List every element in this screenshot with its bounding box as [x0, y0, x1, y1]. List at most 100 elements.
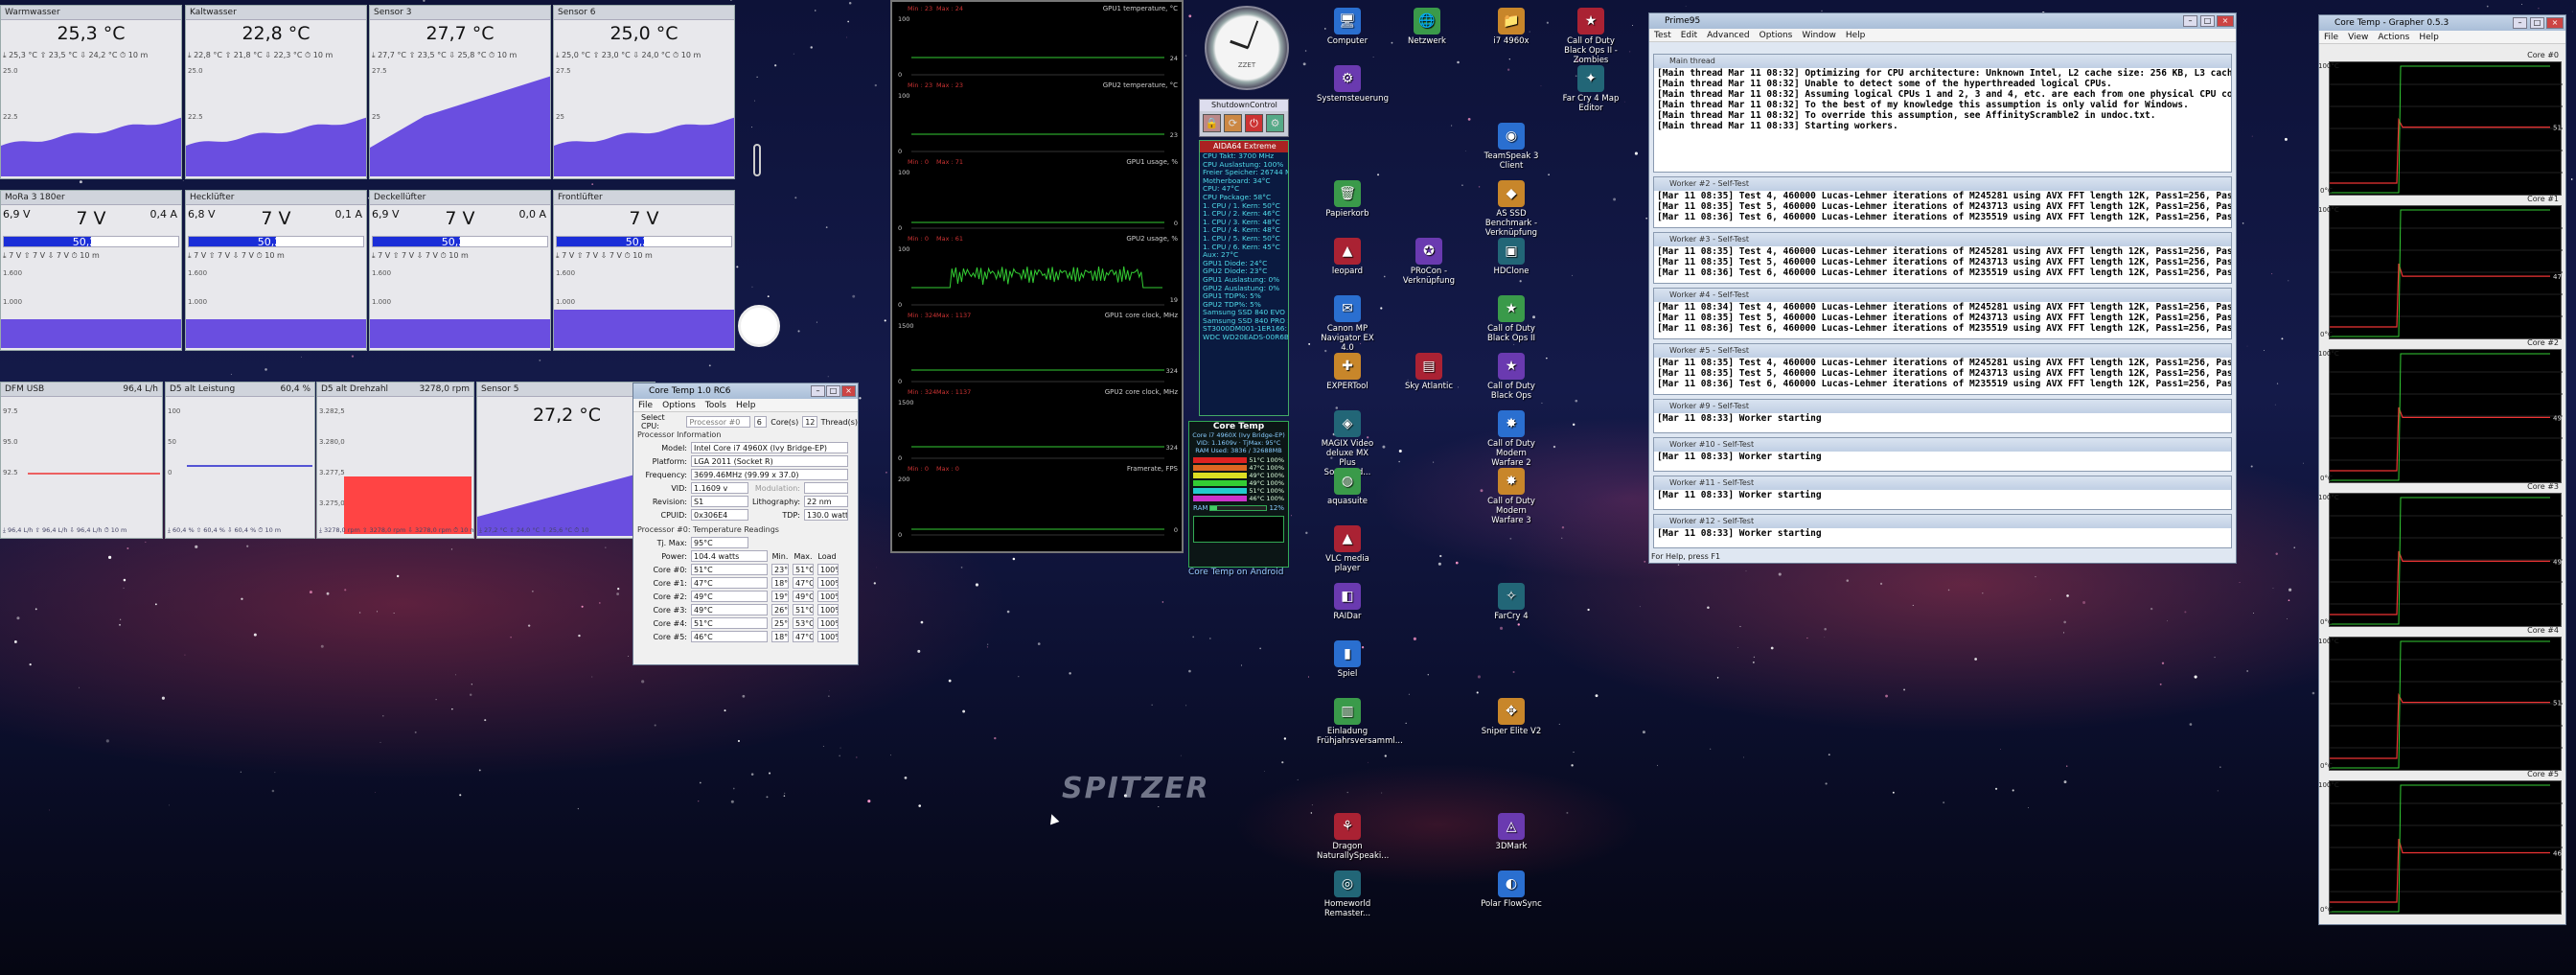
- power-icon[interactable]: ⏻: [1245, 114, 1263, 132]
- settings-icon[interactable]: ⚙: [1266, 114, 1284, 132]
- app-icon: ✉: [1334, 295, 1361, 322]
- menu-help[interactable]: Help: [1841, 31, 1871, 40]
- minimize-button[interactable]: –: [811, 385, 825, 397]
- axis-tick: 22.5: [188, 113, 203, 121]
- desktop-icon[interactable]: ⚙ Systemsteuerung: [1317, 65, 1389, 104]
- desktop-icon[interactable]: 🖥 Computer: [1317, 8, 1378, 46]
- menu-test[interactable]: Test: [1649, 31, 1676, 40]
- desktop-icon[interactable]: 📁 i7 4960x: [1481, 8, 1542, 46]
- widget-value: 27,2 °C: [533, 405, 601, 426]
- app-icon: ✸: [1498, 468, 1525, 495]
- desktop-icon[interactable]: ✦ Far Cry 4 Map Editor: [1560, 65, 1622, 113]
- desktop-icon[interactable]: ★ Call of Duty Black Ops II: [1481, 295, 1542, 343]
- desktop-icon-label: EXPERTool: [1326, 382, 1368, 391]
- desktop-icon[interactable]: ✉ Canon MP Navigator EX 4.0: [1317, 295, 1378, 353]
- close-button[interactable]: ×: [2546, 17, 2564, 29]
- close-button[interactable]: ×: [841, 385, 856, 397]
- desktop-icon[interactable]: ◐ Polar FlowSync: [1481, 871, 1542, 909]
- menu-help[interactable]: Help: [731, 401, 761, 410]
- temp-widget: Warmwasser 25,3 °C ⤓ 25,3 °C ⇧ 23,5 °C ⇩ 2…: [0, 5, 182, 179]
- menu-advanced[interactable]: Advanced: [1702, 31, 1754, 40]
- worker-pane[interactable]: Worker #9 - Self-Test [Mar 11 08:33] Work…: [1653, 399, 2232, 433]
- desktop-icon[interactable]: ✪ PRoCon - Verknüpfung: [1398, 238, 1460, 286]
- core-temp-titlebar[interactable]: Core Temp 1.0 RC6 – □ ×: [633, 383, 858, 399]
- desktop-icon[interactable]: ✧ FarCry 4: [1481, 583, 1542, 621]
- grapher-titlebar[interactable]: Core Temp - Grapher 0.5.3 – □ ×: [2319, 15, 2565, 31]
- menu-edit[interactable]: Edit: [1676, 31, 1702, 40]
- worker-pane[interactable]: Worker #2 - Self-Test [Mar 11 08:35] Test…: [1653, 176, 2232, 228]
- desktop-icon[interactable]: ◬ 3DMark: [1481, 813, 1542, 851]
- monitor-widget: Sensor 5 27,2 °C ⤓ 27,2 °C ⇧ 24,0 °C ⇩ 25,…: [476, 382, 656, 539]
- desktop-icon[interactable]: ◆ AS SSD Benchmark - Verknüpfung: [1481, 180, 1542, 238]
- restart-icon[interactable]: ⟳: [1224, 114, 1242, 132]
- axis-tick: 1.000: [188, 298, 207, 306]
- core-name: Core #0:: [653, 565, 687, 574]
- log-line: [Mar 11 08:34] Test 4, 460000 Lucas-Lehm…: [1657, 302, 2232, 313]
- worker-pane[interactable]: Worker #12 - Self-Test [Mar 11 08:33] Wor…: [1653, 514, 2232, 548]
- desktop-icon[interactable]: ✸ Call of Duty Modern Warfare 2: [1481, 410, 1542, 468]
- fan-widget: Deckellüfter 6,9 V7 V 0,0 A 50,2 % ⤓ 7 V ⇧ 7…: [369, 190, 551, 351]
- maximize-button[interactable]: □: [2200, 15, 2215, 27]
- desktop-icon[interactable]: ★ Call of Duty Black Ops II - Zombies: [1560, 8, 1622, 65]
- desktop-icon[interactable]: ▲ VLC media player: [1317, 525, 1378, 573]
- maximize-button[interactable]: □: [2530, 17, 2544, 29]
- desktop-icon[interactable]: ◧ RAIDar: [1317, 583, 1378, 621]
- prime95-titlebar[interactable]: Prime95 – □ ×: [1649, 13, 2236, 29]
- menu-file[interactable]: File: [633, 401, 657, 410]
- worker-pane[interactable]: Worker #5 - Self-Test [Mar 11 08:35] Test…: [1653, 343, 2232, 395]
- lock-icon[interactable]: 🔒: [1203, 114, 1221, 132]
- desktop-icon[interactable]: ▲ leopard: [1317, 238, 1378, 276]
- desktop-icon[interactable]: ✸ Call of Duty Modern Warfare 3: [1481, 468, 1542, 525]
- desktop-icon-label: TeamSpeak 3 Client: [1484, 151, 1539, 171]
- core-temp-window[interactable]: Core Temp 1.0 RC6 – □ × File Options Tools…: [632, 383, 859, 665]
- worker-pane[interactable]: Worker #10 - Self-Test [Mar 11 08:33] Wor…: [1653, 437, 2232, 472]
- main-thread-pane[interactable]: Main thread [Main thread Mar 11 08:32] Op…: [1653, 54, 2232, 173]
- menu-actions[interactable]: Actions: [2373, 33, 2414, 42]
- core-row: Core #2:49°C19°C49°C100%: [633, 590, 858, 603]
- prime95-window[interactable]: Prime95 – □ × Test Edit Advanced Options Win…: [1648, 12, 2237, 564]
- axis-tick: 3.275,0: [319, 499, 345, 507]
- menu-options[interactable]: Options: [1755, 31, 1798, 40]
- core-load: 100%: [817, 604, 839, 615]
- desktop-icon[interactable]: ◍ aquasuite: [1317, 468, 1378, 506]
- core-temp-grapher-window[interactable]: Core Temp - Grapher 0.5.3 – □ × File View…: [2318, 14, 2566, 925]
- desktop-icon[interactable]: ◉ TeamSpeak 3 Client: [1481, 123, 1542, 171]
- desktop-icon[interactable]: ◎ Homeworld Remaster...: [1317, 871, 1378, 918]
- desktop-icon[interactable]: ★ Call of Duty Black Ops: [1481, 353, 1542, 401]
- menu-view[interactable]: View: [2343, 33, 2373, 42]
- core-temp-android-link[interactable]: Core Temp on Android: [1188, 568, 1289, 577]
- menu-tools[interactable]: Tools: [701, 401, 731, 410]
- app-icon: ▥: [1334, 698, 1361, 725]
- minimize-button[interactable]: –: [2513, 17, 2527, 29]
- desktop-icon[interactable]: ▥ Einladung Frühjahrsversamml...: [1317, 698, 1403, 746]
- worker-pane[interactable]: Worker #11 - Self-Test [Mar 11 08:33] Wor…: [1653, 476, 2232, 510]
- select-cpu-dropdown[interactable]: Processor #0: [686, 416, 750, 428]
- core-graph-title: Core #5: [2527, 770, 2559, 778]
- desktop-icon[interactable]: ▣ HDClone: [1481, 238, 1542, 276]
- worker-pane[interactable]: Worker #3 - Self-Test [Mar 11 08:35] Test…: [1653, 232, 2232, 284]
- desktop-icon[interactable]: 🗑 Papierkorb: [1317, 180, 1378, 219]
- app-icon: ★: [1577, 8, 1604, 35]
- gpu-graph-min: Min : 23: [908, 81, 932, 89]
- axis-bottom-temp: 0°C: [2320, 618, 2333, 626]
- gpu-monitor-window[interactable]: GPU1 temperature, °C Min : 23 Max : 24 100 0…: [890, 0, 1184, 553]
- widget-value: 27,7 °C: [426, 23, 494, 44]
- gpu-graph-label: GPU2 usage, %: [1126, 235, 1178, 243]
- menu-options[interactable]: Options: [657, 401, 701, 410]
- mouse-cursor-icon: [1046, 812, 1060, 825]
- menu-window[interactable]: Window: [1797, 31, 1841, 40]
- core-temp: 46°C: [691, 631, 768, 642]
- maximize-button[interactable]: □: [826, 385, 840, 397]
- status-bar: For Help, press F1: [1651, 552, 1721, 561]
- desktop-icon[interactable]: ✚ EXPERTool: [1317, 353, 1378, 391]
- menu-help[interactable]: Help: [2414, 33, 2444, 42]
- worker-pane[interactable]: Worker #4 - Self-Test [Mar 11 08:34] Test…: [1653, 288, 2232, 339]
- desktop-icon[interactable]: ▮ Spiel: [1317, 640, 1378, 679]
- desktop-icon[interactable]: ✥ Sniper Elite V2: [1481, 698, 1542, 736]
- menu-file[interactable]: File: [2319, 33, 2343, 42]
- desktop-icon[interactable]: ▤ Sky Atlantic: [1398, 353, 1460, 391]
- desktop-icon[interactable]: ⚘ Dragon NaturallySpeaki...: [1317, 813, 1389, 861]
- close-button[interactable]: ×: [2217, 15, 2234, 27]
- minimize-button[interactable]: –: [2183, 15, 2197, 27]
- desktop-icon[interactable]: 🌐 Netzwerk: [1396, 8, 1458, 46]
